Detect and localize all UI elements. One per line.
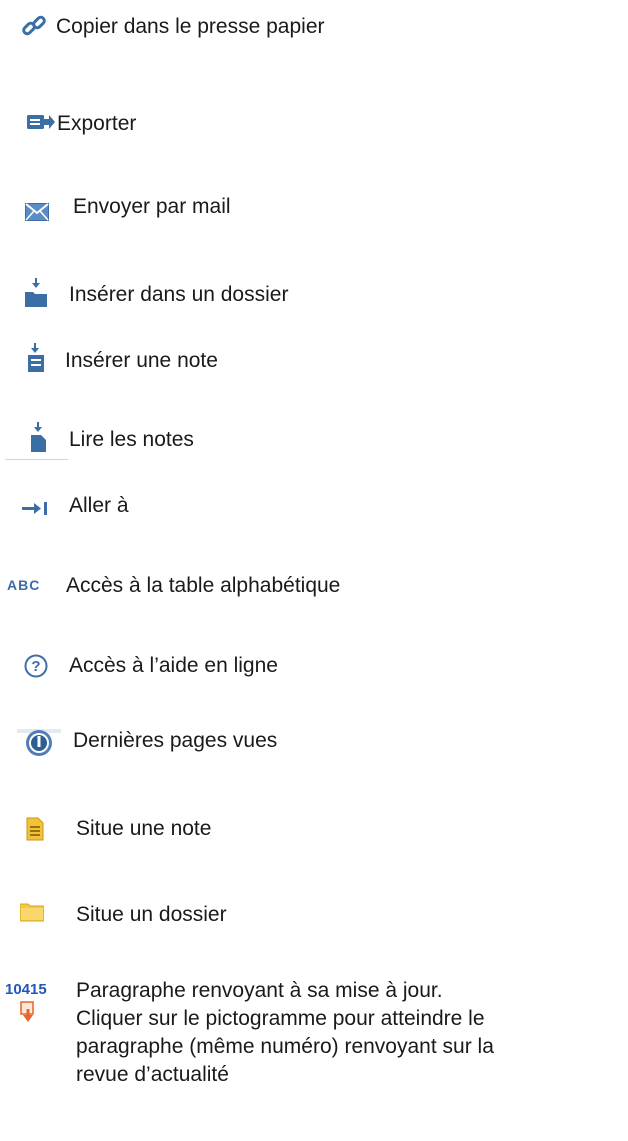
menu-item-label: Insérer une note [65,349,218,372]
folder-locate-icon [20,903,44,922]
menu-item-label: Lire les notes [69,428,194,451]
menu-item-label: Envoyer par mail [73,195,231,218]
note-insert-icon [28,343,44,372]
note-read-icon [31,422,46,452]
menu-item-online-help[interactable]: ? Accès à l’aide en ligne [0,645,628,685]
menu-item-label: Copier dans le presse papier [56,15,325,38]
folder-insert-icon [25,278,47,307]
menu-item-label: Situe un dossier [76,903,227,926]
update-paragraph-entry: 10415 Paragraphe renvoyant à sa mise à j… [0,958,628,1141]
menu-item-locate-note[interactable]: Situe une note [0,808,628,848]
go-to-icon [22,502,47,515]
menu-item-go-to[interactable]: Aller à [0,488,628,528]
menu-item-label: Aller à [69,494,129,517]
update-arrow-icon[interactable] [20,1001,38,1023]
menu-item-insert-folder[interactable]: Insérer dans un dossier [0,275,628,315]
menu-item-export[interactable]: Exporter [0,104,628,144]
note-locate-icon [26,817,44,841]
paragraph-line: Paragraphe renvoyant à sa mise à jour. [76,979,443,1002]
paragraph-line: revue d’actualité [76,1063,229,1086]
abc-icon: ABC [7,577,41,593]
menu-item-label: Exporter [57,112,137,135]
menu-item-label: Dernières pages vues [73,729,278,752]
link-icon [22,15,46,36]
paragraph-line: paragraphe (même numéro) renvoyant sur l… [76,1035,494,1058]
menu-item-locate-folder[interactable]: Situe un dossier [0,890,628,930]
svg-text:?: ? [31,658,40,675]
help-icon: ? [24,654,48,678]
menu-item-label: Accès à la table alphabétique [66,574,341,597]
menu-item-email[interactable]: Envoyer par mail [0,189,628,229]
history-icon [17,729,61,756]
export-icon [27,115,55,129]
menu-item-label: Situe une note [76,817,212,840]
divider [5,459,68,460]
menu-item-insert-note[interactable]: Insérer une note [0,341,628,381]
menu-item-label: Insérer dans un dossier [69,283,289,306]
envelope-icon [25,203,49,221]
menu-item-read-notes[interactable]: Lire les notes [0,420,628,460]
paragraph-number: 10415 [5,981,47,998]
menu-item-recent-pages[interactable]: Dernières pages vues [0,722,628,762]
paragraph-line: Cliquer sur le pictogramme pour atteindr… [76,1007,485,1030]
menu-item-copy[interactable]: Copier dans le presse papier [0,6,628,46]
menu-item-label: Accès à l’aide en ligne [69,654,278,677]
menu-item-alphabetical-table[interactable]: ABC Accès à la table alphabétique [0,565,628,605]
